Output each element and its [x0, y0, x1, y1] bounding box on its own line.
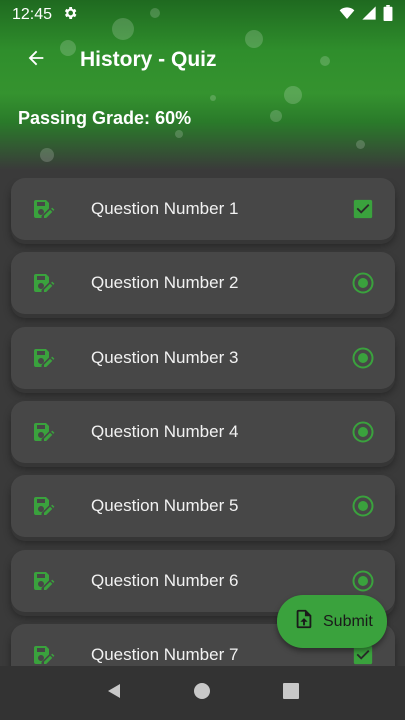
- question-label: Question Number 4: [91, 421, 239, 441]
- bubble: [270, 110, 282, 122]
- question-card[interactable]: Question Number 5: [11, 475, 395, 538]
- bubble: [356, 140, 365, 149]
- quiz-edit-icon: [30, 419, 56, 445]
- submit-button[interactable]: Submit: [277, 595, 387, 648]
- quiz-edit-icon: [30, 270, 56, 296]
- question-card[interactable]: Question Number 3: [11, 326, 395, 389]
- nav-home-icon: [193, 682, 211, 705]
- question-card[interactable]: Question Number 1: [11, 178, 395, 240]
- question-label: Question Number 7: [91, 644, 239, 664]
- question-label: Question Number 2: [91, 273, 239, 293]
- gear-icon: [62, 5, 78, 26]
- quiz-edit-icon: [30, 493, 56, 519]
- arrow-back-icon: [25, 47, 47, 74]
- question-label: Question Number 1: [91, 199, 239, 218]
- radio-button-icon: [351, 569, 375, 593]
- radio-button-icon: [351, 494, 375, 518]
- quiz-edit-icon: [30, 568, 56, 594]
- bubble: [40, 148, 54, 162]
- status-bar: 12:45: [0, 0, 405, 30]
- nav-back-button[interactable]: [94, 673, 134, 713]
- quiz-edit-icon: [30, 345, 56, 371]
- submit-label: Submit: [323, 612, 373, 630]
- passing-grade-value: 60%: [155, 108, 192, 128]
- radio-button-icon: [351, 420, 375, 444]
- file-upload-icon: [293, 608, 315, 635]
- question-label: Question Number 5: [91, 496, 239, 516]
- passing-grade: Passing Grade: 60%: [18, 108, 191, 129]
- system-nav-bar: [0, 666, 405, 720]
- question-label: Question Number 6: [91, 570, 239, 590]
- nav-home-button[interactable]: [182, 673, 222, 713]
- wifi-icon: [339, 5, 355, 26]
- nav-recents-icon: [282, 682, 299, 704]
- passing-grade-label: Passing Grade:: [18, 108, 151, 128]
- nav-back-icon: [105, 682, 123, 705]
- status-time: 12:45: [12, 6, 53, 23]
- question-card[interactable]: Question Number 4: [11, 400, 395, 463]
- header: 12:45 History - Quiz Passing Grade: 60%: [0, 0, 405, 170]
- question-label: Question Number 3: [91, 347, 239, 367]
- checkbox-checked-icon: [351, 197, 375, 221]
- battery-icon: [383, 4, 393, 26]
- back-button[interactable]: [14, 38, 58, 82]
- quiz-edit-icon: [30, 642, 56, 666]
- nav-recents-button[interactable]: [271, 673, 311, 713]
- bubble: [175, 130, 183, 138]
- quiz-edit-icon: [30, 196, 56, 222]
- radio-button-icon: [351, 271, 375, 295]
- bubble: [210, 95, 216, 101]
- question-list: Question Number 1 Question Number 2 Questi…: [0, 178, 405, 666]
- radio-button-icon: [351, 346, 375, 370]
- question-card[interactable]: Question Number 2: [11, 252, 395, 315]
- bubble: [284, 86, 302, 104]
- signal-icon: [361, 5, 377, 26]
- page-title: History - Quiz: [80, 48, 217, 71]
- toolbar: History - Quiz: [0, 38, 405, 82]
